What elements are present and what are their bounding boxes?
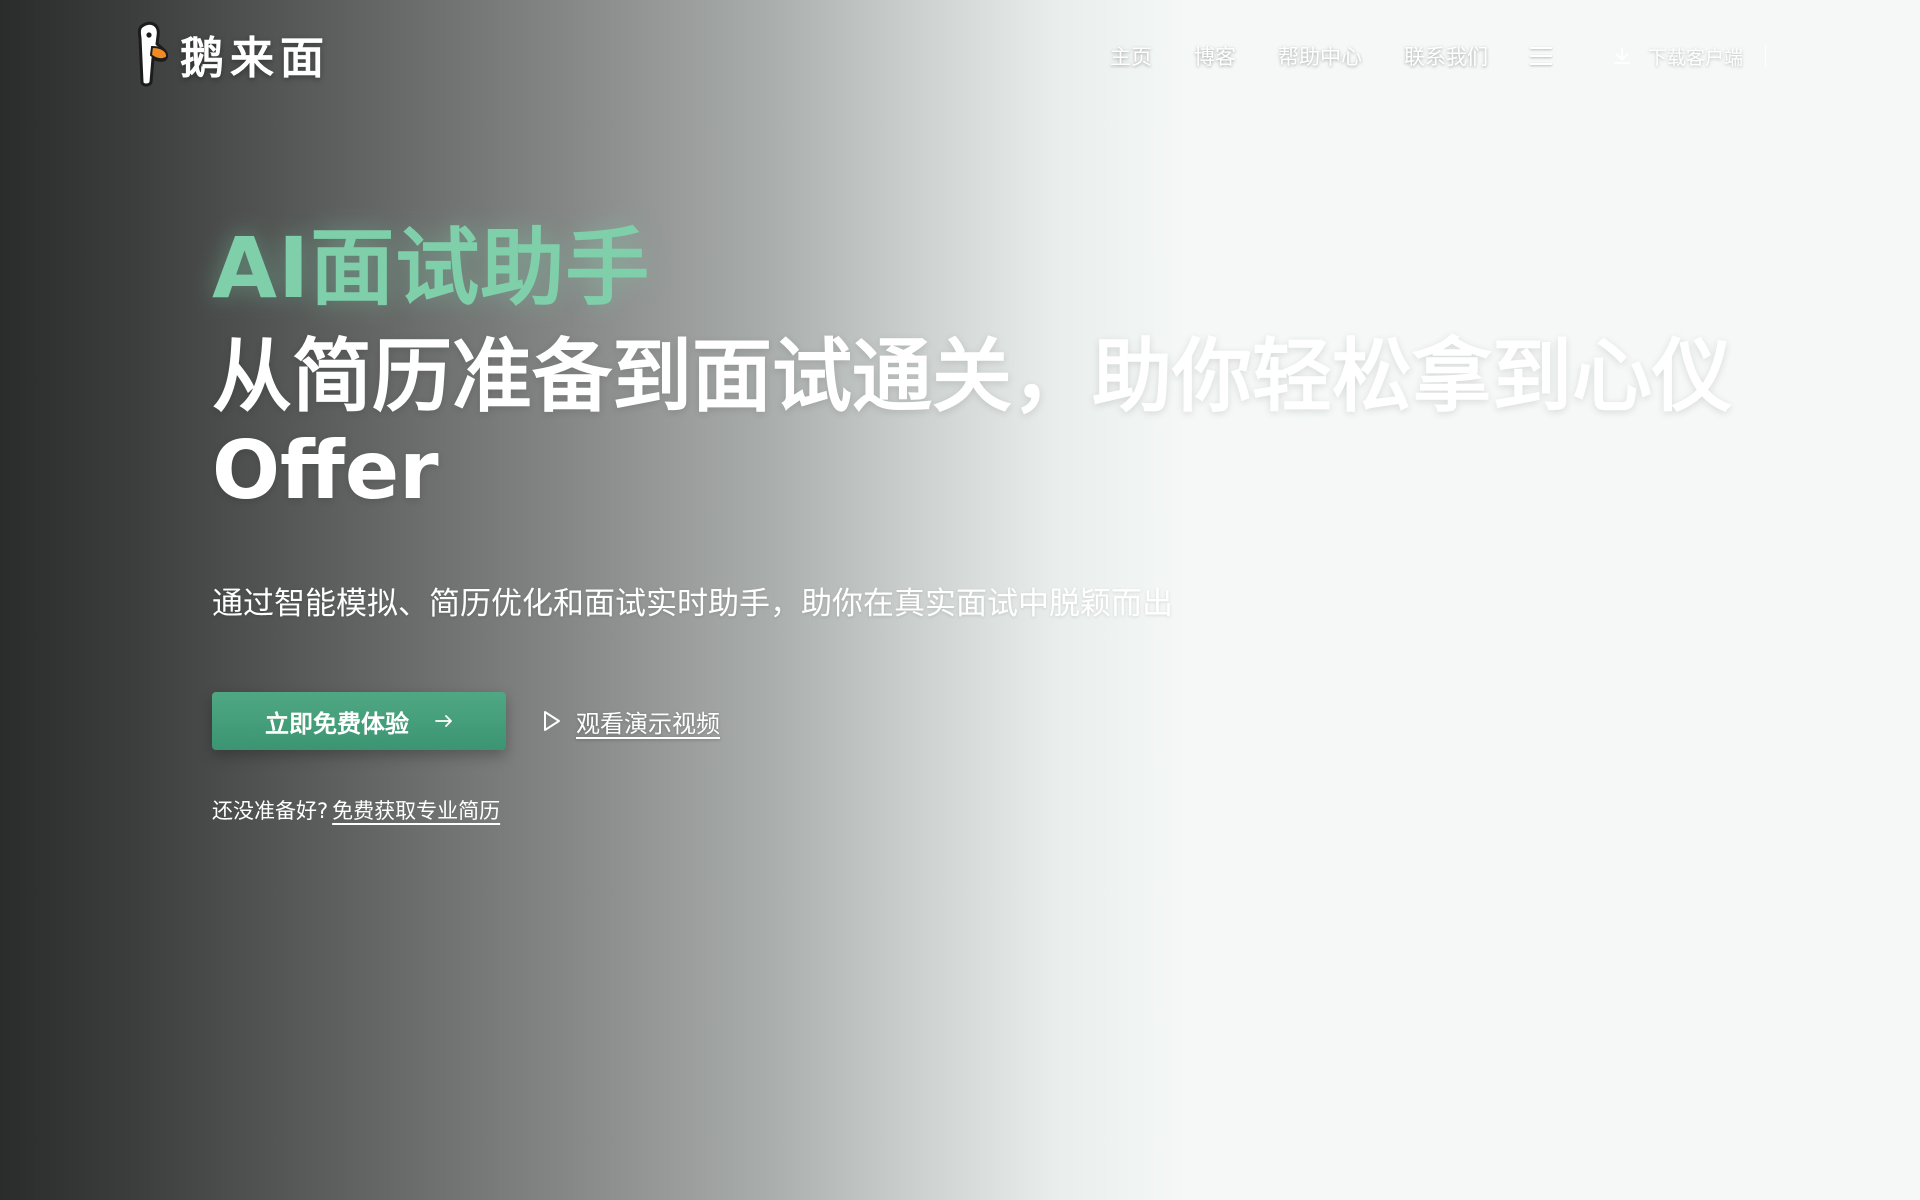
resume-footnote: 还没准备好? 免费获取专业简历 xyxy=(212,795,500,825)
nav-item-blog[interactable]: 博客 xyxy=(1194,41,1236,71)
nav-item-home[interactable]: 主页 xyxy=(1110,41,1152,71)
nav-item-help-center[interactable]: 帮助中心 xyxy=(1278,41,1362,71)
download-label: 下载客户端 xyxy=(1648,46,1744,69)
hero-eyebrow: AI面试助手 xyxy=(212,219,651,317)
play-icon xyxy=(544,711,560,731)
watch-demo-link[interactable]: 观看演示视频 xyxy=(542,704,720,739)
hamburger-menu-icon[interactable] xyxy=(1530,47,1552,65)
download-client-button[interactable]: 下载客户端 xyxy=(1612,43,1767,70)
top-nav: 主页 博客 帮助中心 联系我们 下载客户端 xyxy=(1110,36,1767,76)
watch-demo-label: 观看演示视频 xyxy=(576,709,720,738)
nav-item-contact[interactable]: 联系我们 xyxy=(1404,41,1488,71)
hero-headline: 从简历准备到面试通关，助你轻松拿到心仪Offer xyxy=(212,330,1732,517)
goose-logo-icon xyxy=(137,21,169,87)
nav-divider xyxy=(1765,45,1767,67)
hero-actions: 立即免费体验 观看演示视频 xyxy=(212,692,720,750)
brand-name: 鹅来面 xyxy=(180,33,330,84)
footnote-prefix: 还没准备好? xyxy=(212,799,329,823)
free-resume-link[interactable]: 免费获取专业简历 xyxy=(332,795,500,825)
brand-logo[interactable]: 鹅来面 xyxy=(128,20,330,88)
free-trial-button[interactable]: 立即免费体验 xyxy=(212,692,506,750)
download-icon xyxy=(1614,47,1630,64)
hero-subtitle: 通过智能模拟、简历优化和面试实时助手，助你在真实面试中脱颖而出 xyxy=(212,586,1173,622)
free-trial-label: 立即免费体验 xyxy=(265,709,409,738)
arrow-right-icon xyxy=(435,715,452,727)
